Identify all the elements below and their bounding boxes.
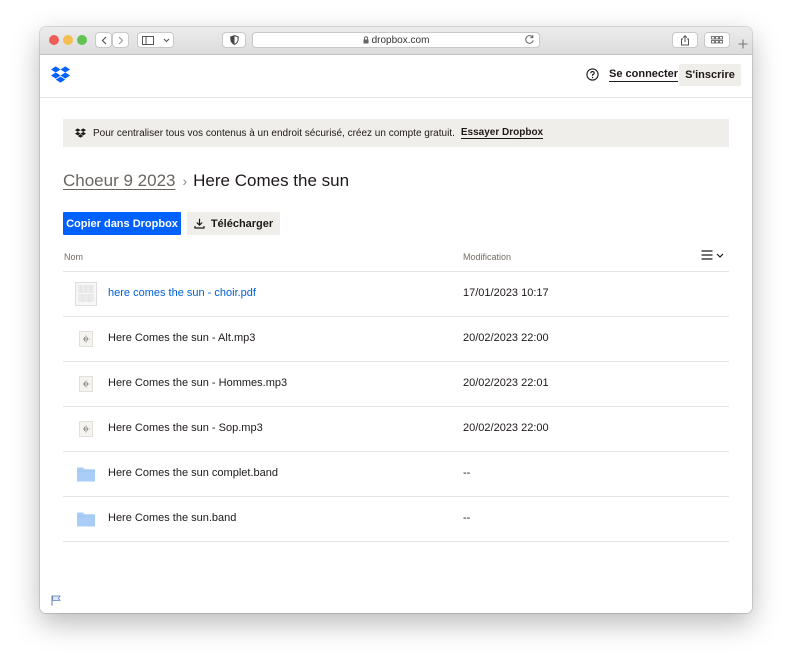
sidebar-toggle-button[interactable] (137, 32, 174, 48)
minimize-window-button[interactable] (63, 35, 73, 45)
file-name[interactable]: Here Comes the sun complet.band (108, 467, 278, 479)
audio-file-icon (75, 372, 97, 396)
file-modified-date: -- (463, 467, 471, 479)
chevron-down-icon (716, 253, 724, 258)
dropbox-logo-icon (75, 128, 86, 138)
lock-icon (363, 36, 369, 44)
folder-icon (75, 507, 97, 531)
help-icon[interactable] (586, 68, 599, 86)
breadcrumb-separator: › (182, 173, 188, 189)
url-text: dropbox.com (371, 34, 430, 46)
file-modified-date: -- (463, 512, 471, 524)
browser-toolbar: dropbox.com (40, 27, 752, 55)
breadcrumb: Choeur 9 2023 › Here Comes the sun (63, 171, 349, 191)
share-button[interactable] (672, 32, 698, 48)
table-row[interactable]: Here Comes the sun complet.band -- (63, 452, 729, 497)
browser-window: dropbox.com Se connecter S'inscrire Pour… (40, 27, 752, 613)
copy-to-dropbox-button[interactable]: Copier dans Dropbox (63, 212, 181, 235)
file-modified-date: 20/02/2023 22:00 (463, 332, 549, 344)
table-row[interactable]: Here Comes the sun - Sop.mp3 20/02/2023 … (63, 407, 729, 452)
pdf-thumbnail-icon (75, 282, 97, 306)
report-flag-icon[interactable] (51, 593, 61, 611)
plus-icon (738, 39, 748, 49)
chevron-left-icon (101, 36, 106, 44)
sidebar-icon (141, 35, 154, 45)
signup-banner: Pour centraliser tous vos contenus à un … (63, 119, 729, 147)
audio-file-icon (75, 327, 97, 351)
signup-button[interactable]: S'inscrire (679, 64, 741, 86)
back-button[interactable] (95, 32, 112, 48)
column-header-modified[interactable]: Modification (463, 252, 511, 262)
download-icon (194, 218, 205, 229)
file-name[interactable]: Here Comes the sun.band (108, 512, 236, 524)
chevron-down-icon (163, 38, 169, 42)
dropbox-logo-icon[interactable] (51, 66, 70, 88)
dropbox-page: Se connecter S'inscrire Pour centraliser… (40, 55, 752, 613)
audio-file-icon (75, 417, 97, 441)
site-header: Se connecter S'inscrire (40, 55, 752, 98)
address-bar[interactable]: dropbox.com (252, 32, 540, 48)
shield-icon (229, 35, 239, 45)
fullscreen-window-button[interactable] (77, 35, 87, 45)
page-title: Here Comes the sun (193, 171, 350, 190)
folder-icon (75, 462, 97, 486)
grid-icon (711, 36, 723, 44)
close-window-button[interactable] (49, 35, 59, 45)
privacy-report-button[interactable] (222, 32, 246, 48)
file-modified-date: 20/02/2023 22:00 (463, 422, 549, 434)
new-tab-button[interactable] (734, 34, 752, 54)
file-name-link[interactable]: here comes the sun - choir.pdf (108, 287, 256, 299)
tab-overview-button[interactable] (704, 32, 730, 48)
download-button[interactable]: Télécharger (187, 212, 280, 235)
table-row[interactable]: Here Comes the sun - Hommes.mp3 20/02/20… (63, 362, 729, 407)
list-view-icon (701, 250, 713, 260)
column-header-name[interactable]: Nom (64, 252, 83, 262)
signin-link[interactable]: Se connecter (609, 68, 679, 82)
table-header: Nom Modification (63, 248, 729, 272)
chevron-right-icon (118, 36, 123, 44)
file-name[interactable]: Here Comes the sun - Hommes.mp3 (108, 377, 287, 389)
file-modified-date: 20/02/2023 22:01 (463, 377, 549, 389)
forward-button[interactable] (112, 32, 129, 48)
file-modified-date: 17/01/2023 10:17 (463, 287, 549, 299)
download-label: Télécharger (210, 217, 274, 230)
file-name[interactable]: Here Comes the sun - Alt.mp3 (108, 332, 255, 344)
banner-text: Pour centraliser tous vos contenus à un … (93, 127, 455, 139)
reload-icon[interactable] (524, 34, 535, 45)
view-options-button[interactable] (701, 250, 724, 260)
table-row[interactable]: Here Comes the sun.band -- (63, 497, 729, 542)
table-row[interactable]: here comes the sun - choir.pdf 17/01/202… (63, 272, 729, 317)
try-dropbox-link[interactable]: Essayer Dropbox (460, 127, 544, 139)
table-row[interactable]: Here Comes the sun - Alt.mp3 20/02/2023 … (63, 317, 729, 362)
file-name[interactable]: Here Comes the sun - Sop.mp3 (108, 422, 263, 434)
breadcrumb-parent-link[interactable]: Choeur 9 2023 (63, 171, 175, 191)
share-icon (681, 34, 689, 45)
